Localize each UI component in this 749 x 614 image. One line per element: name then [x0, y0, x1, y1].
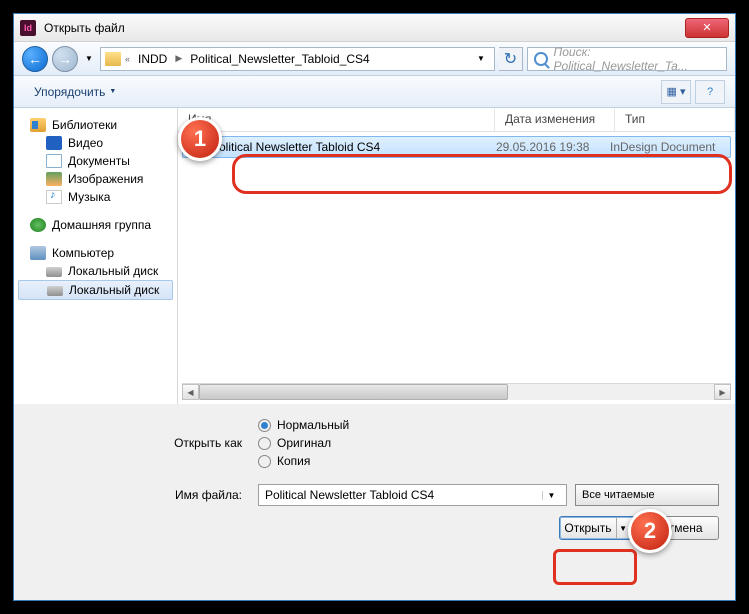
tree-libraries[interactable]: Библиотеки: [14, 116, 177, 134]
file-list: Имя Дата изменения Тип Id Political News…: [178, 108, 735, 404]
chevron-right-icon: ▶: [175, 53, 182, 64]
filename-label: Имя файла:: [30, 488, 250, 502]
tree-disk1[interactable]: Локальный диск: [14, 262, 177, 280]
list-header: Имя Дата изменения Тип: [178, 108, 735, 132]
file-date: 29.05.2016 19:38: [496, 140, 610, 154]
annotation-callout-2: 2: [628, 509, 672, 553]
radio-icon: [258, 437, 271, 450]
search-icon: [534, 52, 548, 66]
tree-disk2[interactable]: Локальный диск: [18, 280, 173, 300]
images-icon: [46, 172, 62, 186]
annotation-highlight-2: [553, 549, 637, 585]
close-button[interactable]: ✕: [685, 18, 729, 38]
file-type: InDesign Document: [610, 140, 724, 154]
tree-video[interactable]: Видео: [14, 134, 177, 152]
file-name: Political Newsletter Tabloid CS4: [211, 140, 496, 154]
breadcrumb-level2[interactable]: Political_Newsletter_Tabloid_CS4: [186, 50, 373, 68]
tree-docs[interactable]: Документы: [14, 152, 177, 170]
horizontal-scrollbar[interactable]: ◀ ▶: [182, 383, 731, 400]
documents-icon: [46, 154, 62, 168]
radio-icon: [258, 419, 271, 432]
refresh-button[interactable]: ↻: [499, 47, 523, 71]
dialog-title: Открыть файл: [44, 21, 685, 35]
toolbar: Упорядочить ▦ ▾ ?: [14, 76, 735, 108]
filename-dropdown[interactable]: ▼: [542, 491, 560, 500]
tree-computer[interactable]: Компьютер: [14, 244, 177, 262]
titlebar: Id Открыть файл ✕: [14, 14, 735, 42]
search-placeholder: Поиск: Political_Newsletter_Ta...: [554, 45, 720, 73]
open-file-dialog: Id Открыть файл ✕ ← → ▼ « INDD ▶ Politic…: [13, 13, 736, 601]
col-date[interactable]: Дата изменения: [495, 108, 615, 131]
radio-original[interactable]: Оригинал: [258, 436, 349, 450]
forward-button[interactable]: →: [52, 46, 78, 72]
computer-icon: [30, 246, 46, 260]
address-bar[interactable]: « INDD ▶ Political_Newsletter_Tabloid_CS…: [100, 47, 495, 71]
col-type[interactable]: Тип: [615, 108, 735, 131]
radio-icon: [258, 455, 271, 468]
open-button[interactable]: Открыть▼: [559, 516, 635, 540]
file-row[interactable]: Id Political Newsletter Tabloid CS4 29.0…: [182, 136, 731, 158]
scroll-thumb[interactable]: [199, 384, 508, 400]
radio-normal[interactable]: Нормальный: [258, 418, 349, 432]
app-icon: Id: [20, 20, 36, 36]
tree-images[interactable]: Изображения: [14, 170, 177, 188]
radio-copy[interactable]: Копия: [258, 454, 349, 468]
view-options-button[interactable]: ▦ ▾: [661, 80, 691, 104]
tree-music[interactable]: Музыка: [14, 188, 177, 206]
open-as-label: Открыть как: [30, 436, 250, 450]
back-button[interactable]: ←: [22, 46, 48, 72]
search-input[interactable]: Поиск: Political_Newsletter_Ta...: [527, 47, 727, 71]
scroll-left-button[interactable]: ◀: [182, 384, 199, 400]
folder-icon: [105, 52, 121, 66]
video-icon: [46, 136, 62, 150]
file-filter-dropdown[interactable]: Все читаемые: [575, 484, 719, 506]
col-name[interactable]: Имя: [178, 108, 495, 131]
filename-input[interactable]: Political Newsletter Tabloid CS4 ▼: [258, 484, 567, 506]
organize-button[interactable]: Упорядочить: [24, 81, 126, 103]
music-icon: [46, 190, 62, 204]
annotation-callout-1: 1: [178, 117, 222, 161]
nav-bar: ← → ▼ « INDD ▶ Political_Newsletter_Tabl…: [14, 42, 735, 76]
disk-icon: [46, 267, 62, 277]
nav-history-dropdown[interactable]: ▼: [82, 49, 96, 69]
breadcrumb-sep: «: [125, 54, 130, 64]
bottom-panel: Открыть как Нормальный Оригинал Копия Им…: [14, 404, 735, 550]
homegroup-icon: [30, 218, 46, 232]
scroll-right-button[interactable]: ▶: [714, 384, 731, 400]
nav-tree: Библиотеки Видео Документы Изображения М…: [14, 108, 178, 404]
disk-icon: [47, 286, 63, 296]
address-dropdown[interactable]: ▼: [472, 54, 490, 63]
help-button[interactable]: ?: [695, 80, 725, 104]
tree-homegroup[interactable]: Домашняя группа: [14, 216, 177, 234]
libraries-icon: [30, 118, 46, 132]
breadcrumb-level1[interactable]: INDD: [134, 50, 171, 68]
